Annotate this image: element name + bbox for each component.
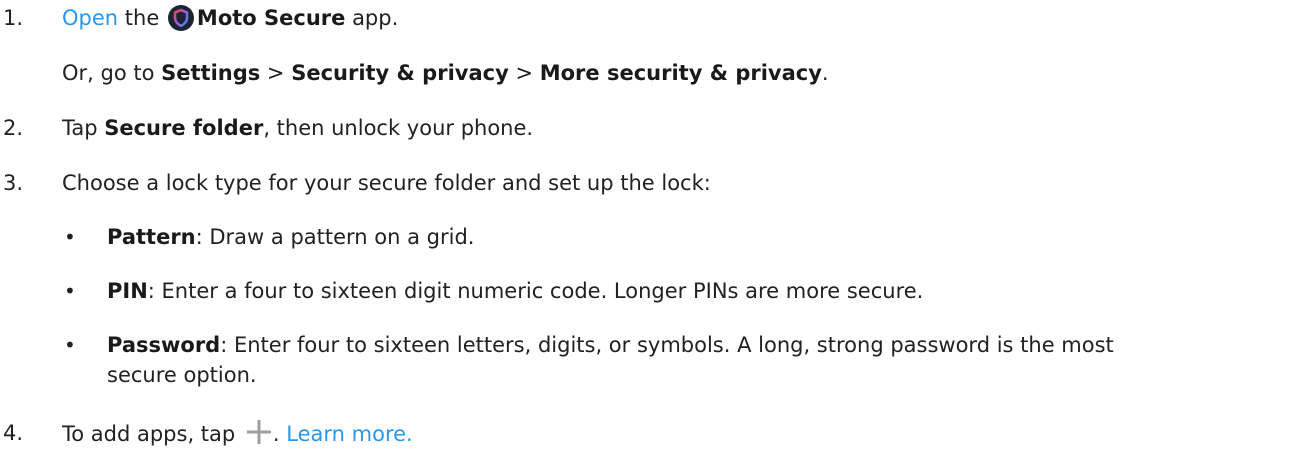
step-number: 1.: [3, 6, 24, 30]
step-2-text: Tap Secure folder, then unlock your phon…: [62, 113, 533, 143]
alt-prefix: Or, go to: [62, 61, 162, 85]
step-text: To add apps, tap: [62, 422, 242, 446]
step-number: 2.: [3, 116, 24, 140]
step-text: , then unlock your phone.: [263, 116, 534, 140]
step-text: app.: [345, 6, 399, 30]
instructions: 1. Open the Moto Secure app. Or, go to S…: [0, 0, 1308, 470]
learn-more-link[interactable]: Learn more.: [286, 422, 412, 446]
more-security-privacy-label: More security & privacy: [539, 61, 822, 85]
step-text: the: [118, 6, 166, 30]
moto-secure-app-icon: [167, 5, 194, 31]
security-privacy-label: Security & privacy: [291, 61, 509, 85]
settings-label: Settings: [161, 61, 261, 85]
lock-type-name: Pattern: [107, 225, 196, 249]
lock-type-name: Password: [107, 333, 221, 357]
secure-folder-label: Secure folder: [104, 116, 264, 140]
lock-type-name: PIN: [107, 279, 148, 303]
separator: >: [508, 61, 540, 85]
step-number: 4.: [3, 421, 24, 445]
step-text: Tap: [62, 116, 105, 140]
step-4-text: To add apps, tap . Learn more.: [62, 418, 413, 449]
app-name: Moto Secure: [196, 6, 346, 30]
step-number: 3.: [3, 171, 24, 195]
separator: >: [260, 61, 292, 85]
period: .: [272, 422, 287, 446]
lock-type-text: PIN: Enter a four to sixteen digit numer…: [107, 276, 923, 306]
lock-type-desc: : Enter four to sixteen letters, digits,…: [220, 333, 1114, 357]
alt-path-text: Or, go to Settings > Security & privacy …: [62, 58, 829, 88]
bullet: •: [64, 225, 76, 249]
lock-type-text: Password: Enter four to sixteen letters,…: [107, 330, 1114, 360]
lock-type-desc: secure option.: [107, 363, 257, 387]
lock-type-text: Pattern: Draw a pattern on a grid.: [107, 222, 474, 252]
bullet: •: [64, 333, 76, 357]
step-1-text: Open the Moto Secure app.: [62, 3, 398, 33]
step-3-text: Choose a lock type for your secure folde…: [62, 171, 711, 195]
lock-type-desc: : Enter a four to sixteen digit numeric …: [147, 279, 924, 303]
plus-icon: [246, 420, 271, 444]
lock-type-desc: : Draw a pattern on a grid.: [195, 225, 475, 249]
bullet: •: [64, 279, 76, 303]
open-link[interactable]: Open: [62, 6, 118, 30]
period: .: [821, 61, 829, 85]
